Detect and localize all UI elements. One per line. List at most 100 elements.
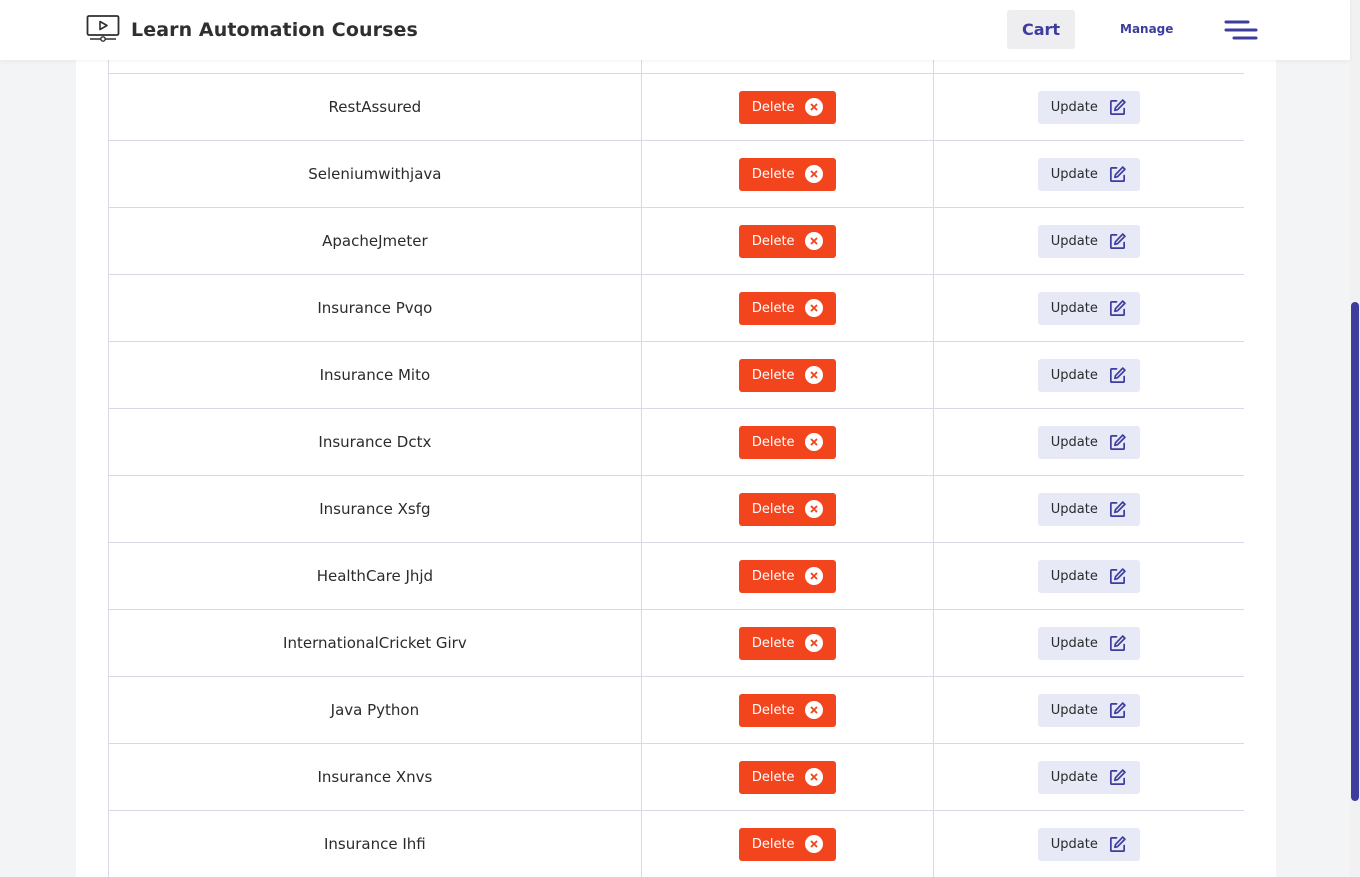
table-row: Insurance Xsfg Delete Update	[108, 475, 1244, 543]
update-cell: Update	[932, 542, 1244, 610]
update-button[interactable]: Update	[1037, 425, 1140, 459]
delete-cell: Delete	[640, 609, 934, 677]
delete-cell: Delete	[640, 542, 934, 610]
delete-button[interactable]: Delete	[738, 425, 836, 459]
close-circle-icon	[804, 634, 823, 652]
manage-link[interactable]: Manage	[1120, 22, 1173, 36]
table-row: Insurance Dctx Delete Update	[108, 408, 1244, 476]
course-name-cell: ApacheJmeter	[108, 207, 642, 275]
edit-icon	[1108, 835, 1127, 854]
delete-label: Delete	[751, 702, 795, 718]
update-label: Update	[1050, 635, 1098, 651]
delete-button[interactable]: Delete	[738, 559, 836, 593]
delete-button[interactable]: Delete	[738, 626, 836, 660]
update-cell: Update	[932, 140, 1244, 208]
close-circle-icon	[804, 835, 823, 853]
brand[interactable]: Learn Automation Courses	[86, 14, 418, 46]
course-name-cell: Insurance Pvqo	[108, 274, 642, 342]
delete-label: Delete	[751, 568, 795, 584]
delete-label: Delete	[751, 501, 795, 517]
delete-button[interactable]: Delete	[738, 492, 836, 526]
update-button[interactable]: Update	[1037, 827, 1140, 861]
delete-cell: Delete	[640, 73, 934, 141]
close-circle-icon	[804, 98, 823, 116]
top-navbar: Learn Automation Courses Cart Manage	[0, 0, 1350, 60]
delete-label: Delete	[751, 769, 795, 785]
update-button[interactable]: Update	[1037, 224, 1140, 258]
update-button[interactable]: Update	[1037, 358, 1140, 392]
edit-icon	[1108, 232, 1127, 251]
table-row: Seleniumwithjava Delete Update	[108, 140, 1244, 208]
update-label: Update	[1050, 300, 1098, 316]
courses-table: RestAssured Delete Update Seleniumwithjava D…	[108, 6, 1244, 877]
close-circle-icon	[804, 701, 823, 719]
delete-label: Delete	[751, 233, 795, 249]
update-label: Update	[1050, 166, 1098, 182]
delete-button[interactable]: Delete	[738, 157, 836, 191]
update-button[interactable]: Update	[1037, 626, 1140, 660]
course-name-cell: Seleniumwithjava	[108, 140, 642, 208]
delete-cell: Delete	[640, 743, 934, 811]
update-label: Update	[1050, 836, 1098, 852]
update-label: Update	[1050, 769, 1098, 785]
close-circle-icon	[804, 567, 823, 585]
course-name-cell: RestAssured	[108, 73, 642, 141]
cart-button[interactable]: Cart	[1007, 10, 1075, 49]
update-button[interactable]: Update	[1037, 693, 1140, 727]
update-button[interactable]: Update	[1037, 559, 1140, 593]
update-button[interactable]: Update	[1037, 90, 1140, 124]
delete-button[interactable]: Delete	[738, 291, 836, 325]
update-label: Update	[1050, 501, 1098, 517]
update-label: Update	[1050, 233, 1098, 249]
delete-button[interactable]: Delete	[738, 358, 836, 392]
delete-button[interactable]: Delete	[738, 760, 836, 794]
table-row: Insurance Mito Delete Update	[108, 341, 1244, 409]
delete-cell: Delete	[640, 140, 934, 208]
delete-button[interactable]: Delete	[738, 693, 836, 727]
edit-icon	[1108, 366, 1127, 385]
update-cell: Update	[932, 810, 1244, 877]
edit-icon	[1108, 567, 1127, 586]
table-row: HealthCare Jhjd Delete Update	[108, 542, 1244, 610]
delete-cell: Delete	[640, 274, 934, 342]
update-cell: Update	[932, 475, 1244, 543]
update-cell: Update	[932, 743, 1244, 811]
delete-cell: Delete	[640, 810, 934, 877]
update-cell: Update	[932, 408, 1244, 476]
update-button[interactable]: Update	[1037, 760, 1140, 794]
update-button[interactable]: Update	[1037, 492, 1140, 526]
table-row: Java Python Delete Update	[108, 676, 1244, 744]
delete-button[interactable]: Delete	[738, 224, 836, 258]
update-label: Update	[1050, 99, 1098, 115]
edit-icon	[1108, 500, 1127, 519]
delete-label: Delete	[751, 166, 795, 182]
course-name-cell: Java Python	[108, 676, 642, 744]
edit-icon	[1108, 165, 1127, 184]
course-name-cell: Insurance Xnvs	[108, 743, 642, 811]
edit-icon	[1108, 299, 1127, 318]
update-label: Update	[1050, 568, 1098, 584]
close-circle-icon	[804, 165, 823, 183]
close-circle-icon	[804, 366, 823, 384]
update-cell: Update	[932, 73, 1244, 141]
delete-button[interactable]: Delete	[738, 90, 836, 124]
hamburger-menu-icon[interactable]	[1224, 18, 1258, 44]
delete-button[interactable]: Delete	[738, 827, 836, 861]
close-circle-icon	[804, 500, 823, 518]
close-circle-icon	[804, 433, 823, 451]
update-label: Update	[1050, 367, 1098, 383]
delete-cell: Delete	[640, 207, 934, 275]
update-cell: Update	[932, 341, 1244, 409]
delete-label: Delete	[751, 99, 795, 115]
edit-icon	[1108, 433, 1127, 452]
scrollbar-thumb[interactable]	[1351, 302, 1359, 801]
table-row: ApacheJmeter Delete Update	[108, 207, 1244, 275]
delete-cell: Delete	[640, 676, 934, 744]
update-button[interactable]: Update	[1037, 157, 1140, 191]
update-button[interactable]: Update	[1037, 291, 1140, 325]
update-cell: Update	[932, 609, 1244, 677]
course-name-cell: Insurance Xsfg	[108, 475, 642, 543]
edit-icon	[1108, 701, 1127, 720]
edit-icon	[1108, 768, 1127, 787]
course-name-cell: Insurance Ihfi	[108, 810, 642, 877]
